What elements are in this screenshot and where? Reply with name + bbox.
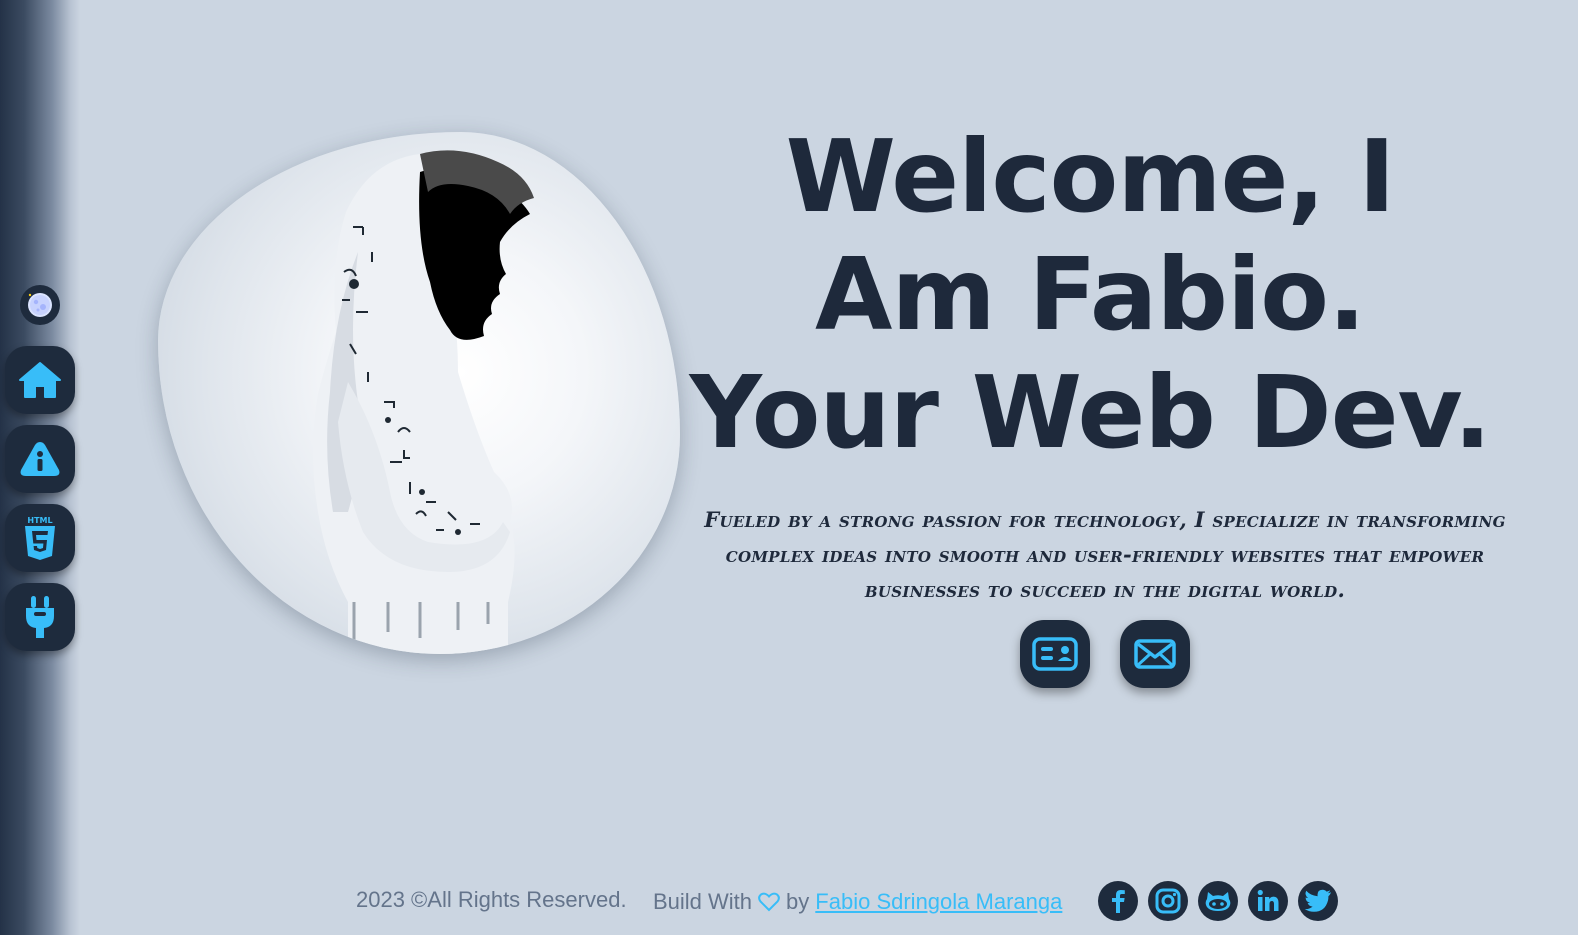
home-icon <box>17 360 63 400</box>
author-link[interactable]: Fabio Sdringola Maranga <box>815 889 1062 915</box>
theme-toggle-button[interactable] <box>20 285 60 325</box>
facebook-icon <box>1108 889 1128 913</box>
hooded-figure-illustration <box>313 150 534 654</box>
headline-line-1: Welcome, I <box>785 118 1396 235</box>
plug-icon <box>22 594 58 640</box>
built-with: Build With by Fabio Sdringola Maranga <box>653 889 1062 915</box>
twitter-icon <box>1304 889 1332 913</box>
linkedin-link[interactable] <box>1248 881 1288 921</box>
hero-headline: Welcome, I Am Fabio. Your Web Dev. <box>660 118 1520 472</box>
html5-icon: HTML <box>22 514 58 562</box>
hero-image <box>158 132 680 654</box>
facebook-link[interactable] <box>1098 881 1138 921</box>
instagram-link[interactable] <box>1148 881 1188 921</box>
svg-text:HTML: HTML <box>27 516 52 525</box>
headline-line-2: Am Fabio. <box>815 236 1366 353</box>
sidebar-item-home[interactable] <box>5 346 75 414</box>
built-with-label: Build With <box>653 889 753 914</box>
envelope-icon <box>1133 637 1177 671</box>
contact-button[interactable] <box>1120 620 1190 688</box>
linkedin-icon <box>1256 889 1280 913</box>
id-card-icon <box>1031 636 1079 672</box>
sidebar-item-skills[interactable]: HTML <box>5 504 75 572</box>
instagram-icon <box>1155 888 1181 914</box>
headline-line-3: Your Web Dev. <box>689 354 1491 471</box>
social-links <box>1098 881 1338 921</box>
github-icon <box>1204 889 1232 913</box>
copyright-text: 2023 ©All Rights Reserved. <box>356 887 627 912</box>
hero-subtitle: Fueled by a strong passion for technolog… <box>704 507 1506 602</box>
info-icon <box>18 439 62 479</box>
sidebar-item-about[interactable] <box>5 425 75 493</box>
github-link[interactable] <box>1198 881 1238 921</box>
heart-icon <box>758 892 780 912</box>
sidebar-item-services[interactable] <box>5 583 75 651</box>
by-label: by <box>786 889 810 914</box>
sidebar: HTML <box>0 0 80 935</box>
twitter-link[interactable] <box>1298 881 1338 921</box>
moon-icon <box>25 290 55 320</box>
page: HTML Welcome, I Am Fabio. Your Web Dev. … <box>0 0 1578 935</box>
resume-button[interactable] <box>1020 620 1090 688</box>
